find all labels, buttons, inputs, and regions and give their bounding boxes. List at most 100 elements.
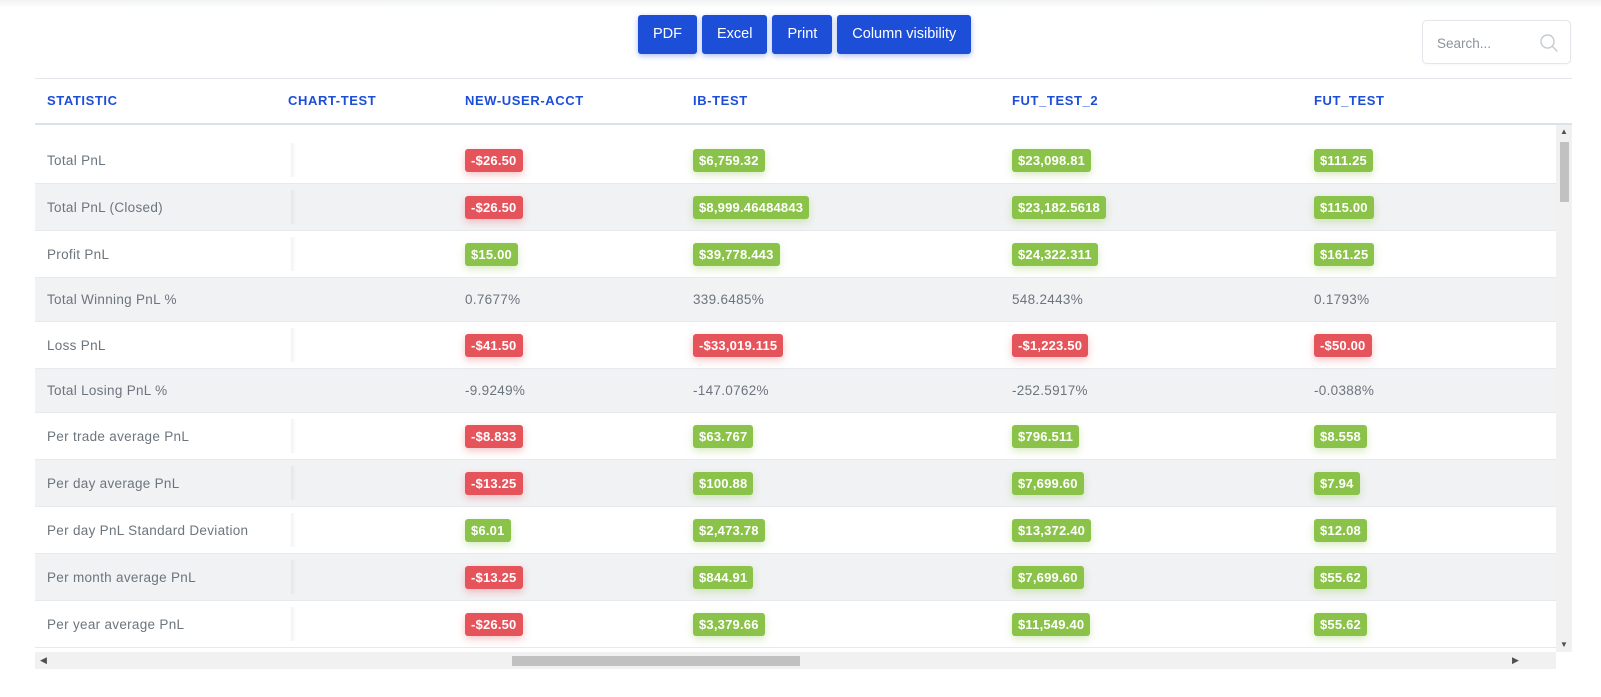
column-header-ib-test[interactable]: IB-TEST bbox=[693, 93, 748, 108]
statistic-label: Total PnL bbox=[47, 152, 106, 168]
positive-value-badge: $844.91 bbox=[693, 565, 754, 589]
column-header-statistic[interactable]: STATISTIC bbox=[47, 93, 118, 108]
statistic-label: Total PnL (Closed) bbox=[47, 199, 163, 215]
value-cell: -$13.25 bbox=[465, 554, 523, 600]
statistic-label: Per trade average PnL bbox=[47, 428, 190, 444]
value-text: -252.5917% bbox=[1012, 383, 1088, 398]
table-row: Total Winning PnL % 0.7677% 339.6485% 548.2… bbox=[35, 278, 1556, 322]
statistic-label: Total Winning PnL % bbox=[47, 292, 177, 307]
export-toolbar: PDF Excel Print Column visibility bbox=[638, 15, 972, 54]
column-visibility-button[interactable]: Column visibility bbox=[837, 15, 972, 54]
value-cell: $6.01 bbox=[465, 507, 511, 553]
value-text: -9.9249% bbox=[465, 383, 526, 398]
chart-test-column-edge bbox=[291, 466, 296, 500]
value-cell: $100.88 bbox=[693, 460, 754, 506]
statistic-label: Per day PnL Standard Deviation bbox=[47, 522, 249, 538]
chart-test-column-edge bbox=[291, 190, 296, 224]
positive-value-badge: $3,379.66 bbox=[693, 612, 765, 636]
value-cell: $115.00 bbox=[1314, 184, 1374, 230]
print-button[interactable]: Print bbox=[772, 15, 833, 54]
scroll-right-icon[interactable]: ▶ bbox=[1512, 656, 1519, 665]
column-header-chart-test[interactable]: CHART-TEST bbox=[288, 93, 376, 108]
value-cell: $23,182.5618 bbox=[1012, 184, 1106, 230]
value-text: 548.2443% bbox=[1012, 292, 1084, 307]
statistics-table: STATISTIC CHART-TEST NEW-USER-ACCT IB-TE… bbox=[35, 78, 1572, 686]
value-cell: -$41.50 bbox=[465, 322, 523, 368]
chart-test-column-edge bbox=[291, 419, 296, 453]
table-row: Total PnL (Closed) -$26.50 $8,999.46484843… bbox=[35, 184, 1556, 231]
search-icon[interactable] bbox=[1539, 33, 1559, 58]
value-cell: 0.1793% bbox=[1314, 278, 1369, 321]
positive-value-badge: $6,759.32 bbox=[693, 148, 765, 172]
scroll-down-icon[interactable]: ▼ bbox=[1560, 641, 1568, 649]
chart-test-column-edge bbox=[291, 560, 296, 594]
statistic-label: Total Losing PnL % bbox=[47, 383, 168, 398]
positive-value-badge: $39,778.443 bbox=[693, 242, 780, 266]
value-cell: -9.9249% bbox=[465, 369, 525, 412]
vertical-scrollbar[interactable]: ▲ ▼ bbox=[1556, 125, 1572, 652]
value-cell: $12.08 bbox=[1314, 507, 1367, 553]
scroll-up-icon[interactable]: ▲ bbox=[1560, 128, 1568, 136]
search-box[interactable] bbox=[1422, 20, 1571, 64]
table-row: Per day PnL Standard Deviation $6.01 $2,47… bbox=[35, 507, 1556, 554]
value-cell: $15.00 bbox=[465, 231, 518, 277]
positive-value-badge: $24,322.311 bbox=[1012, 242, 1098, 266]
positive-value-badge: $8.558 bbox=[1314, 424, 1367, 448]
table-row: Per month average PnL -$13.25 $844.91 $7,69… bbox=[35, 554, 1556, 601]
value-cell: $11,549.40 bbox=[1012, 601, 1091, 647]
value-text: 0.1793% bbox=[1314, 292, 1370, 307]
search-input[interactable] bbox=[1435, 32, 1544, 54]
positive-value-badge: $7,699.60 bbox=[1012, 565, 1084, 589]
value-cell: -$33,019.115 bbox=[693, 322, 784, 368]
chart-test-column-edge bbox=[291, 513, 296, 547]
value-cell: $8.558 bbox=[1314, 413, 1367, 459]
negative-value-badge: -$50.00 bbox=[1314, 333, 1372, 357]
column-header-fut-test[interactable]: FUT_TEST bbox=[1314, 93, 1385, 108]
positive-value-badge: $55.62 bbox=[1314, 565, 1367, 589]
value-cell: -$50.00 bbox=[1314, 322, 1372, 368]
negative-value-badge: -$41.50 bbox=[465, 333, 523, 357]
statistic-label: Loss PnL bbox=[47, 337, 106, 353]
value-cell: -$13.25 bbox=[465, 460, 523, 506]
positive-value-badge: $23,182.5618 bbox=[1012, 195, 1106, 219]
horizontal-scrollbar[interactable]: ◀ ▶ bbox=[35, 652, 1556, 669]
table-row: Profit PnL $15.00 $39,778.443 $24,322.311 $1… bbox=[35, 231, 1556, 278]
pdf-button[interactable]: PDF bbox=[638, 15, 697, 54]
negative-value-badge: -$8.833 bbox=[465, 424, 523, 448]
vertical-scroll-thumb[interactable] bbox=[1560, 142, 1569, 202]
value-cell: $2,473.78 bbox=[693, 507, 765, 553]
value-cell: -$8.833 bbox=[465, 413, 523, 459]
value-cell: $6,759.32 bbox=[693, 137, 765, 183]
negative-value-badge: -$13.25 bbox=[465, 565, 523, 589]
value-cell: 339.6485% bbox=[693, 278, 764, 321]
value-cell: $39,778.443 bbox=[693, 231, 780, 277]
negative-value-badge: -$26.50 bbox=[465, 612, 523, 636]
value-cell: $844.91 bbox=[693, 554, 754, 600]
value-cell: $23,098.81 bbox=[1012, 137, 1092, 183]
column-header-fut-test-2[interactable]: FUT_TEST_2 bbox=[1012, 93, 1098, 108]
scroll-left-icon[interactable]: ◀ bbox=[40, 656, 47, 665]
negative-value-badge: -$26.50 bbox=[465, 195, 523, 219]
table-row: Total PnL -$26.50 $6,759.32 $23,098.81 $111.… bbox=[35, 137, 1556, 184]
table-row: Loss PnL -$41.50 -$33,019.115 -$1,223.50 -$5… bbox=[35, 322, 1556, 369]
positive-value-badge: $100.88 bbox=[693, 471, 754, 495]
value-cell: $111.25 bbox=[1314, 137, 1373, 183]
positive-value-badge: $6.01 bbox=[465, 518, 511, 542]
value-cell: $8,999.46484843 bbox=[693, 184, 810, 230]
excel-button[interactable]: Excel bbox=[702, 15, 768, 54]
table-body: Total PnL -$26.50 $6,759.32 $23,098.81 $111.… bbox=[35, 125, 1556, 660]
chart-test-column-edge bbox=[291, 328, 296, 362]
positive-value-badge: $7.94 bbox=[1314, 471, 1360, 495]
value-cell: $161.25 bbox=[1314, 231, 1375, 277]
value-cell: -$26.50 bbox=[465, 601, 523, 647]
positive-value-badge: $11,549.40 bbox=[1012, 612, 1091, 636]
horizontal-scroll-thumb[interactable] bbox=[512, 656, 800, 666]
statistic-label: Profit PnL bbox=[47, 246, 110, 262]
value-text: -0.0388% bbox=[1314, 383, 1375, 398]
statistic-label: Per month average PnL bbox=[47, 569, 196, 585]
value-cell: $55.62 bbox=[1314, 554, 1367, 600]
value-text: 339.6485% bbox=[693, 292, 765, 307]
negative-value-badge: -$13.25 bbox=[465, 471, 523, 495]
value-cell: $7,699.60 bbox=[1012, 460, 1084, 506]
column-header-new-user-acct[interactable]: NEW-USER-ACCT bbox=[465, 93, 584, 108]
